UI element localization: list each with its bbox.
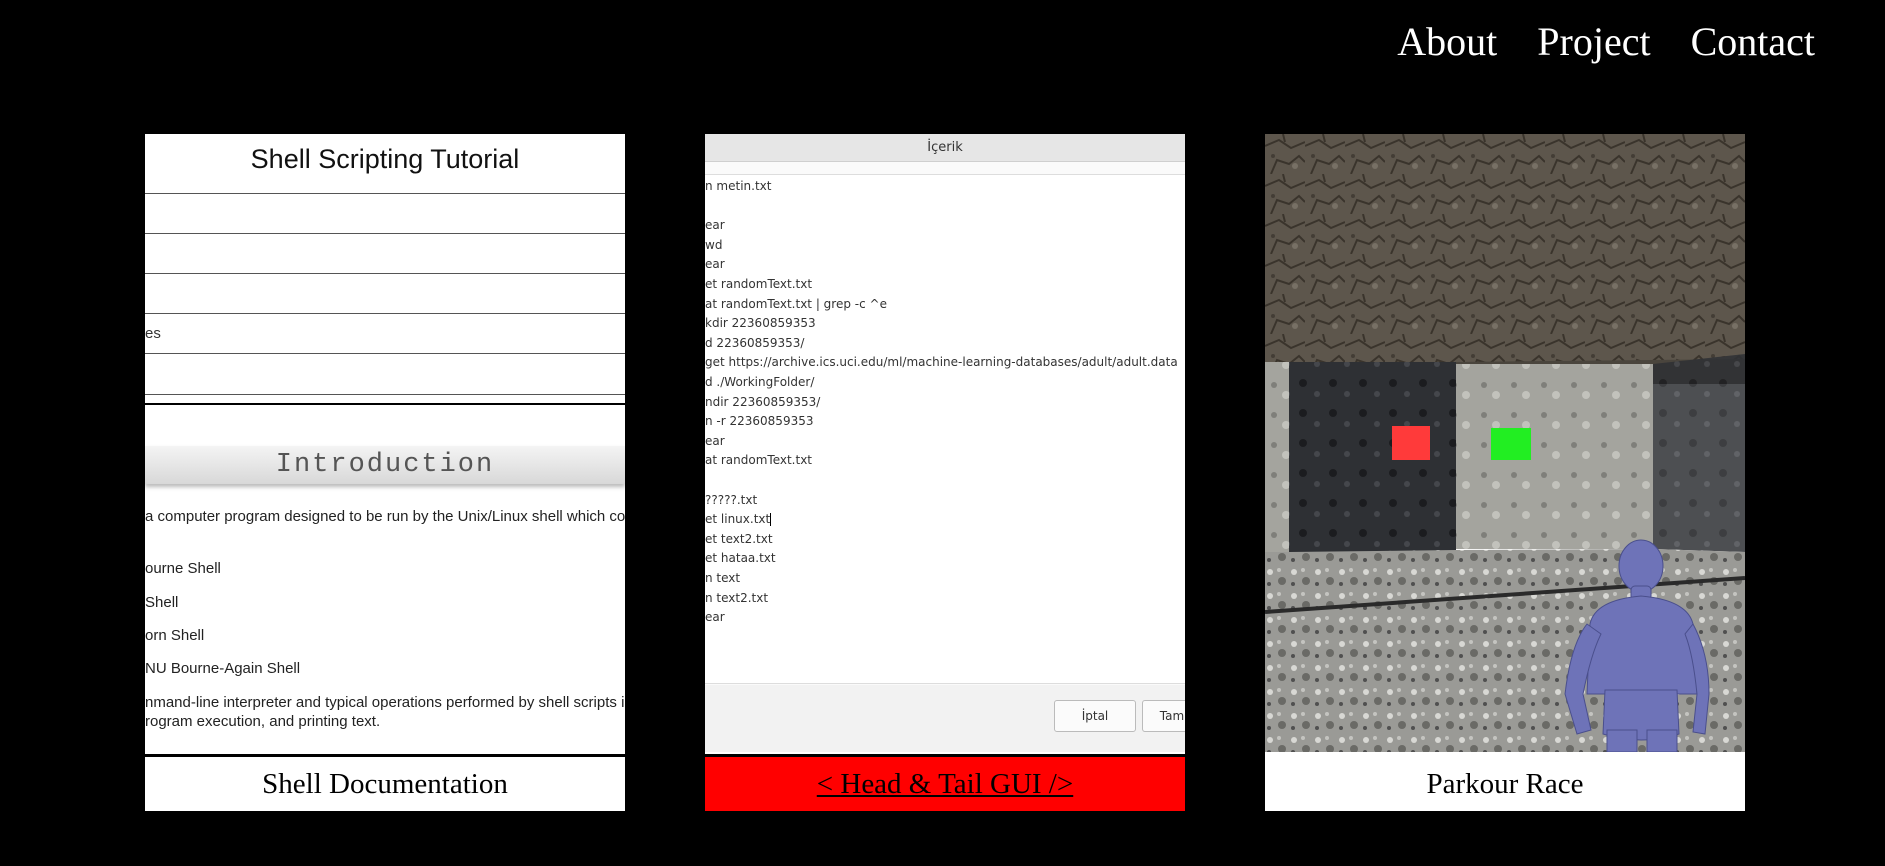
shell-doc-preview-image: Shell Scripting Tutorial es Introduction… bbox=[145, 134, 625, 752]
top-nav: About Project Contact bbox=[1397, 14, 1815, 70]
text-cursor bbox=[770, 513, 772, 527]
dialog-text-line: at randomText.txt bbox=[705, 453, 813, 468]
parkour-race-preview-image bbox=[1265, 134, 1745, 752]
doc-paragraph: nmand-line interpreter and typical opera… bbox=[145, 694, 625, 711]
dialog-text-line: ndir 22360859353/ bbox=[705, 394, 821, 409]
nav-about-link[interactable]: About bbox=[1397, 14, 1497, 70]
dialog-text-line: d ./WorkingFolder/ bbox=[705, 375, 815, 389]
dialog-text-line: get https://archive.ics.uci.edu/ml/machi… bbox=[705, 355, 1178, 370]
dialog-text-line: et text2.txt bbox=[705, 531, 773, 546]
right-wall bbox=[1653, 354, 1745, 552]
nav-contact-link[interactable]: Contact bbox=[1691, 14, 1815, 70]
ceiling bbox=[1265, 134, 1745, 364]
doc-row-text: es bbox=[145, 325, 161, 342]
doc-list-item: ourne Shell bbox=[145, 560, 221, 577]
dialog-text-line: ear bbox=[705, 433, 725, 448]
dialog-text-line: n -r 22360859353 bbox=[705, 414, 814, 429]
dialog-cancel-button: İptal bbox=[1054, 700, 1136, 732]
project-card-head-tail-gui[interactable]: İçerik n metin.txt ear wd ear et randomText.… bbox=[705, 134, 1185, 811]
dialog-text-line: ear bbox=[705, 257, 725, 272]
doc-row: es bbox=[145, 313, 625, 353]
head-tail-gui-preview-image: İçerik n metin.txt ear wd ear et randomText.… bbox=[705, 134, 1185, 752]
dark-wall bbox=[1289, 362, 1456, 552]
game-scene bbox=[1265, 134, 1745, 752]
dialog-text-area: n metin.txt ear wd ear et randomText.txt at r… bbox=[705, 174, 1185, 684]
doc-list-item: orn Shell bbox=[145, 627, 205, 644]
dialog-text-line: d 22360859353/ bbox=[705, 335, 805, 350]
doc-divider bbox=[145, 395, 625, 405]
card-caption[interactable]: < Head & Tail GUI /> bbox=[705, 754, 1185, 811]
doc-title: Shell Scripting Tutorial bbox=[250, 144, 520, 174]
dialog-text-line: ear bbox=[705, 218, 725, 233]
card-caption[interactable]: Parkour Race bbox=[1265, 754, 1745, 811]
dialog-title: İçerik bbox=[705, 134, 1185, 162]
dialog-text-line: et hataa.txt bbox=[705, 551, 776, 566]
dialog-text-line: n text bbox=[705, 571, 741, 585]
dialog-text-line: n metin.txt bbox=[705, 179, 772, 193]
project-card-parkour-race[interactable]: Parkour Race bbox=[1265, 134, 1745, 811]
dialog-text-line: n text2.txt bbox=[705, 590, 769, 605]
dialog-text-line: et linux.txt bbox=[705, 512, 772, 527]
dialog-text-line: kdir 22360859353 bbox=[705, 316, 816, 331]
card-title-link[interactable]: < Head & Tail GUI /> bbox=[817, 768, 1073, 801]
dialog-ok-button: Tam bbox=[1142, 700, 1185, 732]
doc-list-item: Shell bbox=[145, 594, 179, 611]
doc-row bbox=[145, 273, 625, 313]
dialog-text-line: ear bbox=[705, 610, 725, 625]
dialog-text-line: et randomText.txt bbox=[705, 277, 813, 291]
project-card-shell-documentation[interactable]: Shell Scripting Tutorial es Introduction… bbox=[145, 134, 625, 811]
light-wall bbox=[1456, 364, 1653, 549]
red-checkpoint bbox=[1392, 426, 1430, 460]
doc-row bbox=[145, 233, 625, 273]
left-wall bbox=[1265, 362, 1290, 552]
nav-project-link[interactable]: Project bbox=[1537, 14, 1650, 70]
dialog-text-line: wd bbox=[705, 237, 723, 252]
doc-intro-heading: Introduction bbox=[145, 446, 625, 484]
card-caption[interactable]: Shell Documentation bbox=[145, 754, 625, 811]
doc-paragraph: a computer program designed to be run by… bbox=[145, 508, 625, 525]
doc-paragraph: rogram execution, and printing text. bbox=[145, 713, 381, 730]
card-title: Parkour Race bbox=[1426, 767, 1584, 800]
green-checkpoint bbox=[1491, 428, 1531, 460]
doc-list-item: NU Bourne-Again Shell bbox=[145, 660, 301, 677]
doc-row bbox=[145, 353, 625, 395]
doc-nav-table: es bbox=[145, 193, 625, 405]
dialog-text-line: at randomText.txt | grep -c ^e bbox=[705, 296, 887, 311]
doc-row bbox=[145, 193, 625, 233]
card-title: Shell Documentation bbox=[262, 767, 508, 800]
dialog-text-line: ?????.txt bbox=[705, 492, 758, 507]
